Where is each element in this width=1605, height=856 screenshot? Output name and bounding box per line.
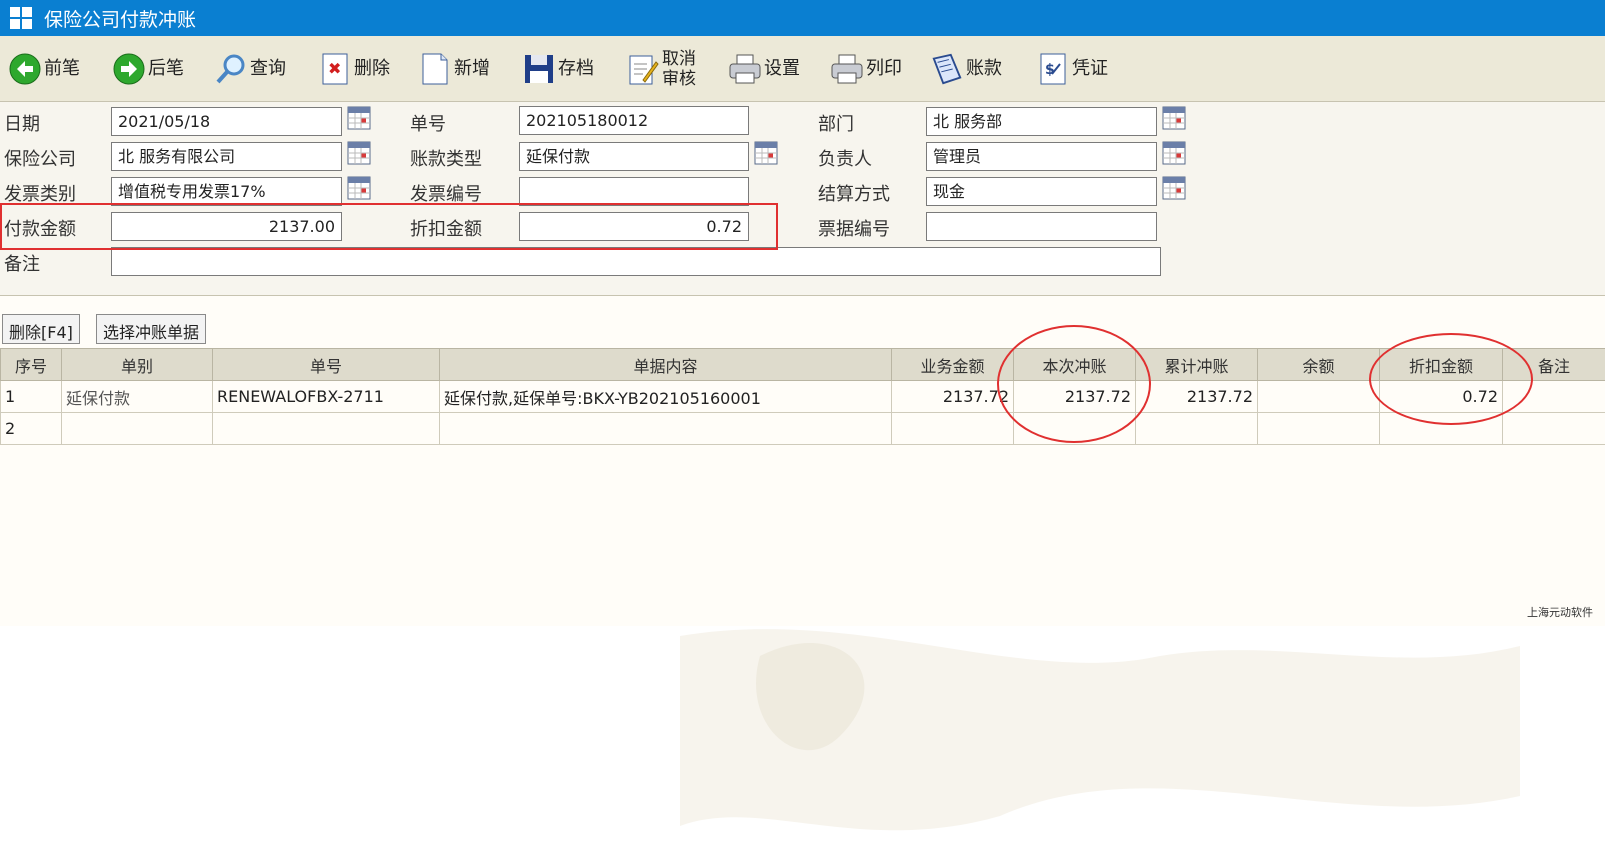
cancel-audit-label-2: 审核 bbox=[662, 69, 696, 89]
edit-document-icon bbox=[626, 52, 660, 86]
settle-field[interactable]: 现金 bbox=[926, 177, 1157, 206]
invoice-type-field[interactable]: 增值税专用发票17% bbox=[111, 177, 342, 206]
account-type-label: 账款类型 bbox=[410, 145, 482, 171]
watermark-decoration bbox=[640, 596, 1540, 856]
calendar-icon[interactable] bbox=[347, 141, 371, 165]
header-form: 日期 2021/05/18 单号 202105180012 部门 北 服务部 保… bbox=[0, 102, 1605, 296]
prev-record-button[interactable]: 前笔 bbox=[8, 44, 80, 94]
delete-row-button[interactable]: 删除[F4] bbox=[2, 314, 80, 344]
account-type-field[interactable]: 延保付款 bbox=[519, 142, 749, 171]
cell-business-amount[interactable]: 2137.72 bbox=[892, 381, 1014, 413]
footer-brand: 上海元动软件 bbox=[1527, 604, 1593, 620]
cell-seq[interactable]: 2 bbox=[1, 413, 62, 445]
cell-bill-no[interactable] bbox=[213, 413, 440, 445]
delete-button[interactable]: ✖ 删除 bbox=[318, 44, 390, 94]
magnifier-icon bbox=[214, 52, 248, 86]
add-button[interactable]: 新增 bbox=[418, 44, 490, 94]
note-no-label: 票据编号 bbox=[818, 215, 890, 241]
bill-no-label: 单号 bbox=[410, 110, 446, 136]
calendar-icon[interactable] bbox=[1162, 141, 1186, 165]
cell-content[interactable] bbox=[440, 413, 892, 445]
remark-label: 备注 bbox=[4, 250, 40, 276]
insurer-label: 保险公司 bbox=[4, 145, 76, 171]
cell-seq[interactable]: 1 bbox=[1, 381, 62, 413]
column-header-content: 单据内容 bbox=[440, 349, 892, 381]
arrow-right-icon bbox=[112, 52, 146, 86]
cancel-audit-label-1: 取消 bbox=[662, 49, 696, 69]
date-label: 日期 bbox=[4, 110, 40, 136]
dept-label: 部门 bbox=[818, 110, 854, 136]
column-header-type: 单别 bbox=[62, 349, 213, 381]
owner-field[interactable]: 管理员 bbox=[926, 142, 1157, 171]
delete-document-icon: ✖ bbox=[318, 52, 352, 86]
cell-type[interactable] bbox=[62, 413, 213, 445]
voucher-button[interactable]: $ 凭证 bbox=[1036, 44, 1108, 94]
column-header-bill-no: 单号 bbox=[213, 349, 440, 381]
annotation-rectangle bbox=[0, 203, 778, 250]
annotation-ellipse-discount bbox=[1369, 333, 1533, 425]
table-header-row: 序号 单别 单号 单据内容 业务金额 本次冲账 累计冲账 余额 折扣金额 备注 bbox=[1, 349, 1605, 381]
date-field[interactable]: 2021/05/18 bbox=[111, 107, 342, 136]
dept-field[interactable]: 北 服务部 bbox=[926, 107, 1157, 136]
cancel-audit-button[interactable]: 取消审核 bbox=[626, 44, 696, 94]
svg-text:$: $ bbox=[1045, 62, 1055, 78]
column-header-accumulated-offset: 累计冲账 bbox=[1136, 349, 1258, 381]
cell-type[interactable]: 延保付款 bbox=[62, 381, 213, 413]
owner-label: 负责人 bbox=[818, 145, 872, 171]
detail-table: 序号 单别 单号 单据内容 业务金额 本次冲账 累计冲账 余额 折扣金额 备注 … bbox=[0, 348, 1605, 445]
calendar-icon[interactable] bbox=[1162, 176, 1186, 200]
cell-accumulated-offset[interactable]: 2137.72 bbox=[1136, 381, 1258, 413]
cell-balance[interactable] bbox=[1258, 381, 1380, 413]
annotation-ellipse-offset bbox=[997, 325, 1151, 443]
title-bar: 保险公司付款冲账 bbox=[0, 0, 1605, 36]
cell-remark[interactable] bbox=[1503, 413, 1605, 445]
invoice-no-field[interactable] bbox=[519, 177, 749, 206]
print-button[interactable]: 列印 bbox=[830, 44, 902, 94]
toolbar: 前笔 后笔 查询 ✖ 删除 新增 存档 取消审核 bbox=[0, 36, 1605, 102]
column-header-balance: 余额 bbox=[1258, 349, 1380, 381]
ledger-icon bbox=[930, 52, 964, 86]
arrow-left-icon bbox=[8, 52, 42, 86]
cell-balance[interactable] bbox=[1258, 413, 1380, 445]
remark-field[interactable] bbox=[111, 247, 1161, 276]
new-document-icon bbox=[418, 52, 452, 86]
floppy-disk-icon bbox=[522, 52, 556, 86]
column-header-seq: 序号 bbox=[1, 349, 62, 381]
cell-business-amount[interactable] bbox=[892, 413, 1014, 445]
table-row[interactable]: 1 延保付款 RENEWALOFBX-2711 延保付款,延保单号:BKX-YB… bbox=[1, 381, 1605, 413]
printer-icon bbox=[728, 52, 762, 86]
settle-label: 结算方式 bbox=[818, 180, 890, 206]
calendar-icon[interactable] bbox=[1162, 106, 1186, 130]
query-button[interactable]: 查询 bbox=[214, 44, 286, 94]
bill-no-field[interactable]: 202105180012 bbox=[519, 106, 749, 135]
windows-logo-icon bbox=[10, 7, 32, 29]
cell-accumulated-offset[interactable] bbox=[1136, 413, 1258, 445]
next-record-button[interactable]: 后笔 bbox=[112, 44, 184, 94]
table-row[interactable]: 2 bbox=[1, 413, 1605, 445]
select-bill-button[interactable]: 选择冲账单据 bbox=[96, 314, 206, 344]
svg-text:✖: ✖ bbox=[328, 59, 341, 78]
calendar-icon[interactable] bbox=[347, 106, 371, 130]
account-button[interactable]: 账款 bbox=[930, 44, 1002, 94]
printer-icon bbox=[830, 52, 864, 86]
note-no-field[interactable] bbox=[926, 212, 1157, 241]
save-button[interactable]: 存档 bbox=[522, 44, 594, 94]
cell-bill-no[interactable]: RENEWALOFBX-2711 bbox=[213, 381, 440, 413]
voucher-document-icon: $ bbox=[1036, 52, 1070, 86]
window-title: 保险公司付款冲账 bbox=[44, 5, 196, 32]
detail-grid-area: 删除[F4] 选择冲账单据 序号 单别 单号 单据内容 业务金额 本次冲账 累计… bbox=[0, 296, 1605, 626]
insurer-field[interactable]: 北 服务有限公司 bbox=[111, 142, 342, 171]
column-header-business-amount: 业务金额 bbox=[892, 349, 1014, 381]
settings-button[interactable]: 设置 bbox=[728, 44, 800, 94]
cell-content[interactable]: 延保付款,延保单号:BKX-YB202105160001 bbox=[440, 381, 892, 413]
calendar-icon[interactable] bbox=[347, 176, 371, 200]
calendar-icon[interactable] bbox=[754, 141, 778, 165]
